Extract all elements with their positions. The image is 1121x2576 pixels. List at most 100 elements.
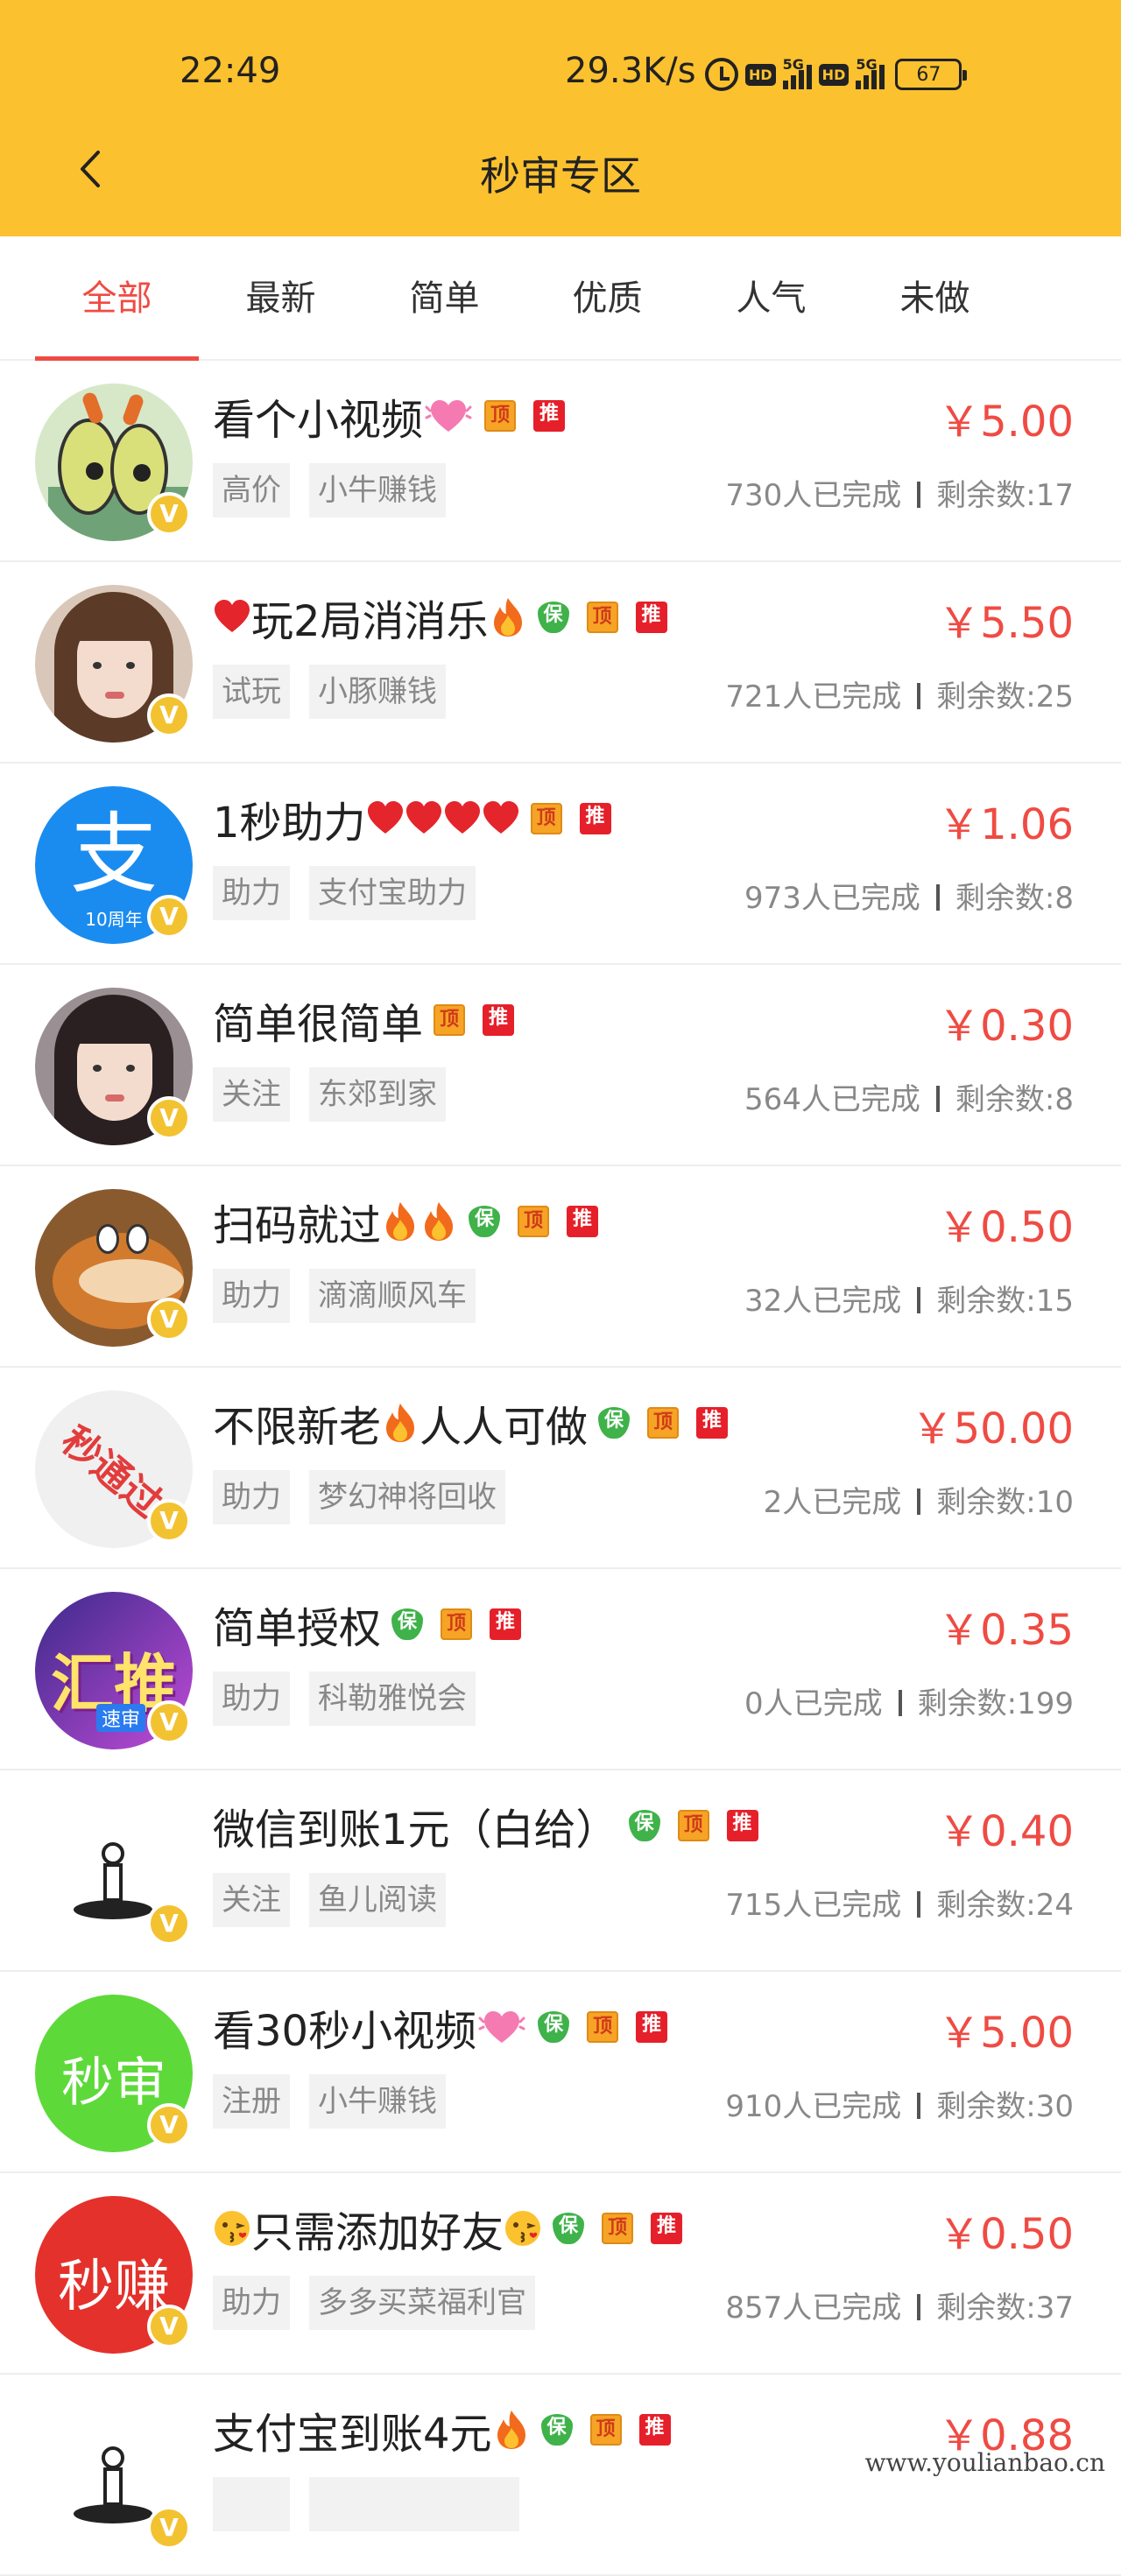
tab-2[interactable]: 简单 [363,236,526,361]
tab-3[interactable]: 优质 [525,236,689,361]
task-completed: 910人已完成 [725,2089,902,2124]
task-remaining: 剩余数:30 [936,2089,1074,2124]
top-badge-icon: 顶 [647,1407,680,1439]
task-title: 简单很简单 [213,1000,424,1049]
guarantee-badge-icon: 保 [469,1206,501,1237]
kiss-emoji-icon [215,2211,250,2246]
task-item[interactable]: V 玩2局消消乐 保顶推 ￥5.50 试玩 小豚赚钱 721人已完成 剩余数:25 [0,562,1121,764]
verified-badge-icon: V [147,1298,191,1341]
task-badges: 保顶推 [391,1608,522,1640]
task-item[interactable]: V 微信到账1元（白给） 保顶推 ￥0.40 关注 鱼儿阅读 715人已完成 剩余数… [0,1770,1121,1972]
task-item[interactable]: V 扫码就过 保顶推 ￥0.50 助力 滴滴顺风车 32人已完成 剩余数:15 [0,1166,1121,1368]
task-chip: 高价 [213,463,290,517]
divider [917,482,921,508]
verified-badge-icon: V [147,1902,191,1946]
verified-badge-icon: V [147,895,191,939]
status-bar: 22:49 29.3K/s HD 5G HD 5G 67 [0,44,1121,105]
task-list: V 看个小视频 顶推 ￥5.00 高价 小牛赚钱 730人已完成 剩余数:17 V … [0,361,1121,2576]
fire-emoji-icon [386,1202,415,1241]
task-chip: 关注 [213,1873,290,1927]
task-title: 玩2局消消乐 [251,597,489,646]
task-price: ￥0.35 [938,1606,1074,1655]
heart-emoji-icon [444,801,480,834]
recommend-badge-icon: 推 [483,1004,515,1036]
fire-emoji-icon [493,598,522,637]
task-remaining: 剩余数:8 [955,881,1074,916]
status-time: 22:49 [180,51,281,91]
task-title: 扫码就过 [213,1201,382,1250]
task-item[interactable]: V 看个小视频 顶推 ￥5.00 高价 小牛赚钱 730人已完成 剩余数:17 [0,361,1121,562]
task-title: 支付宝到账4元 [213,2410,492,2459]
task-item[interactable]: 秒赚 V 只需添加好友 保顶推 ￥0.50 助力 多多买菜福利官 857人已完成剩… [0,2173,1121,2375]
task-chip: 试玩 [213,665,290,719]
recommend-badge-icon: 推 [567,1206,599,1237]
task-title: 只需添加好友 [251,2208,504,2257]
verified-badge-icon: V [147,492,191,536]
battery-icon: 67 [895,59,968,90]
top-badge-icon: 顶 [587,2011,619,2043]
task-stats: 32人已完成 剩余数:15 [744,1277,1074,1320]
task-item[interactable]: 支 10周年 V 1秒助力 顶推 ￥1.06 助力 支付宝助力 973人已完成 剩余… [0,764,1121,965]
task-chip: 小牛赚钱 [309,463,446,517]
status-net-speed: 29.3K/s [565,51,696,91]
task-chips: 注册 小牛赚钱 [213,2074,446,2129]
heart-emoji-icon [215,600,250,632]
task-title: 1秒助力 [213,799,366,848]
task-title-row: 支付宝到账4元 保顶推 [213,2399,671,2460]
task-completed: 564人已完成 [744,1082,920,1117]
task-chips: 高价 小牛赚钱 [213,463,446,517]
tab-4[interactable]: 人气 [689,236,853,361]
hd-icon-2: HD [818,63,850,86]
tab-1[interactable]: 最新 [199,236,363,361]
task-price: ￥5.00 [938,398,1074,447]
task-remaining: 剩余数:10 [936,1485,1074,1520]
task-chips: 助力 多多买菜福利官 [213,2276,535,2330]
task-chips: 关注 鱼儿阅读 [213,1873,446,1927]
task-title-row: 扫码就过 保顶推 [213,1191,599,1252]
guarantee-badge-icon: 保 [537,602,569,633]
fire-emoji-icon [497,2411,525,2449]
task-title: 看30秒小视频 [213,2007,477,2056]
task-item[interactable]: V 简单很简单 顶推 ￥0.30 关注 东郊到家 564人已完成 剩余数:8 [0,965,1121,1166]
alipay-logo-icon: 支 [70,803,158,905]
nav-bar: 秒审专区 [0,123,1121,219]
recommend-badge-icon: 推 [533,400,566,432]
task-title-row: 看30秒小视频 保顶推 [213,1996,668,2058]
task-title-row: 看个小视频 顶推 [213,385,566,447]
guarantee-badge-icon: 保 [553,2213,585,2244]
task-chip: 鱼儿阅读 [309,1873,446,1927]
task-badges: 保顶推 [469,1206,599,1237]
task-item[interactable]: 汇推 速审 V 简单授权 保顶推 ￥0.35 助力 科勒雅悦会 0人已完成 剩余数:… [0,1569,1121,1770]
heart-emoji-icon [405,801,441,834]
task-price: ￥0.50 [938,1203,1074,1252]
task-chip: 注册 [213,2074,290,2129]
task-badges: 保顶推 [540,2414,671,2446]
task-price: ￥0.30 [938,1002,1074,1051]
task-remaining: 剩余数:8 [955,1082,1074,1117]
recommend-badge-icon: 推 [651,2213,683,2244]
task-chip: 东郊到家 [309,1067,446,1122]
alarm-icon [705,58,738,91]
divider [917,2093,921,2119]
task-item[interactable]: 秒审 V 看30秒小视频 保顶推 ￥5.00 注册 小牛赚钱 910人已完成 剩余数… [0,1972,1121,2173]
task-chip: 助力 [213,1672,290,1726]
task-badges: 保顶推 [553,2213,683,2244]
tab-0[interactable]: 全部 [35,236,199,361]
top-badge-icon: 顶 [518,1206,550,1237]
tab-5[interactable]: 未做 [853,236,1017,361]
task-price: ￥0.40 [938,1807,1074,1856]
hd-icon: HD [745,63,776,86]
task-title-row: 微信到账1元（白给） 保顶推 [213,1795,758,1856]
top-badge-icon: 顶 [530,803,562,834]
task-chips: 助力 支付宝助力 [213,866,476,920]
task-price: ￥1.06 [938,800,1074,849]
verified-badge-icon: V [147,2506,191,2550]
task-title-row: 1秒助力 顶推 [213,788,611,849]
task-chips: 助力 滴滴顺风车 [213,1269,476,1323]
task-price: ￥50.00 [911,1404,1074,1453]
task-item[interactable]: 秒通过 V 不限新老 人人可做 保顶推 ￥50.00 助力 梦幻神将回收 2人已完成… [0,1368,1121,1569]
top-badge-icon: 顶 [441,1608,473,1640]
divider [935,884,940,911]
signal-icon: 5G [782,56,812,89]
task-badges: 保顶推 [538,2011,668,2043]
